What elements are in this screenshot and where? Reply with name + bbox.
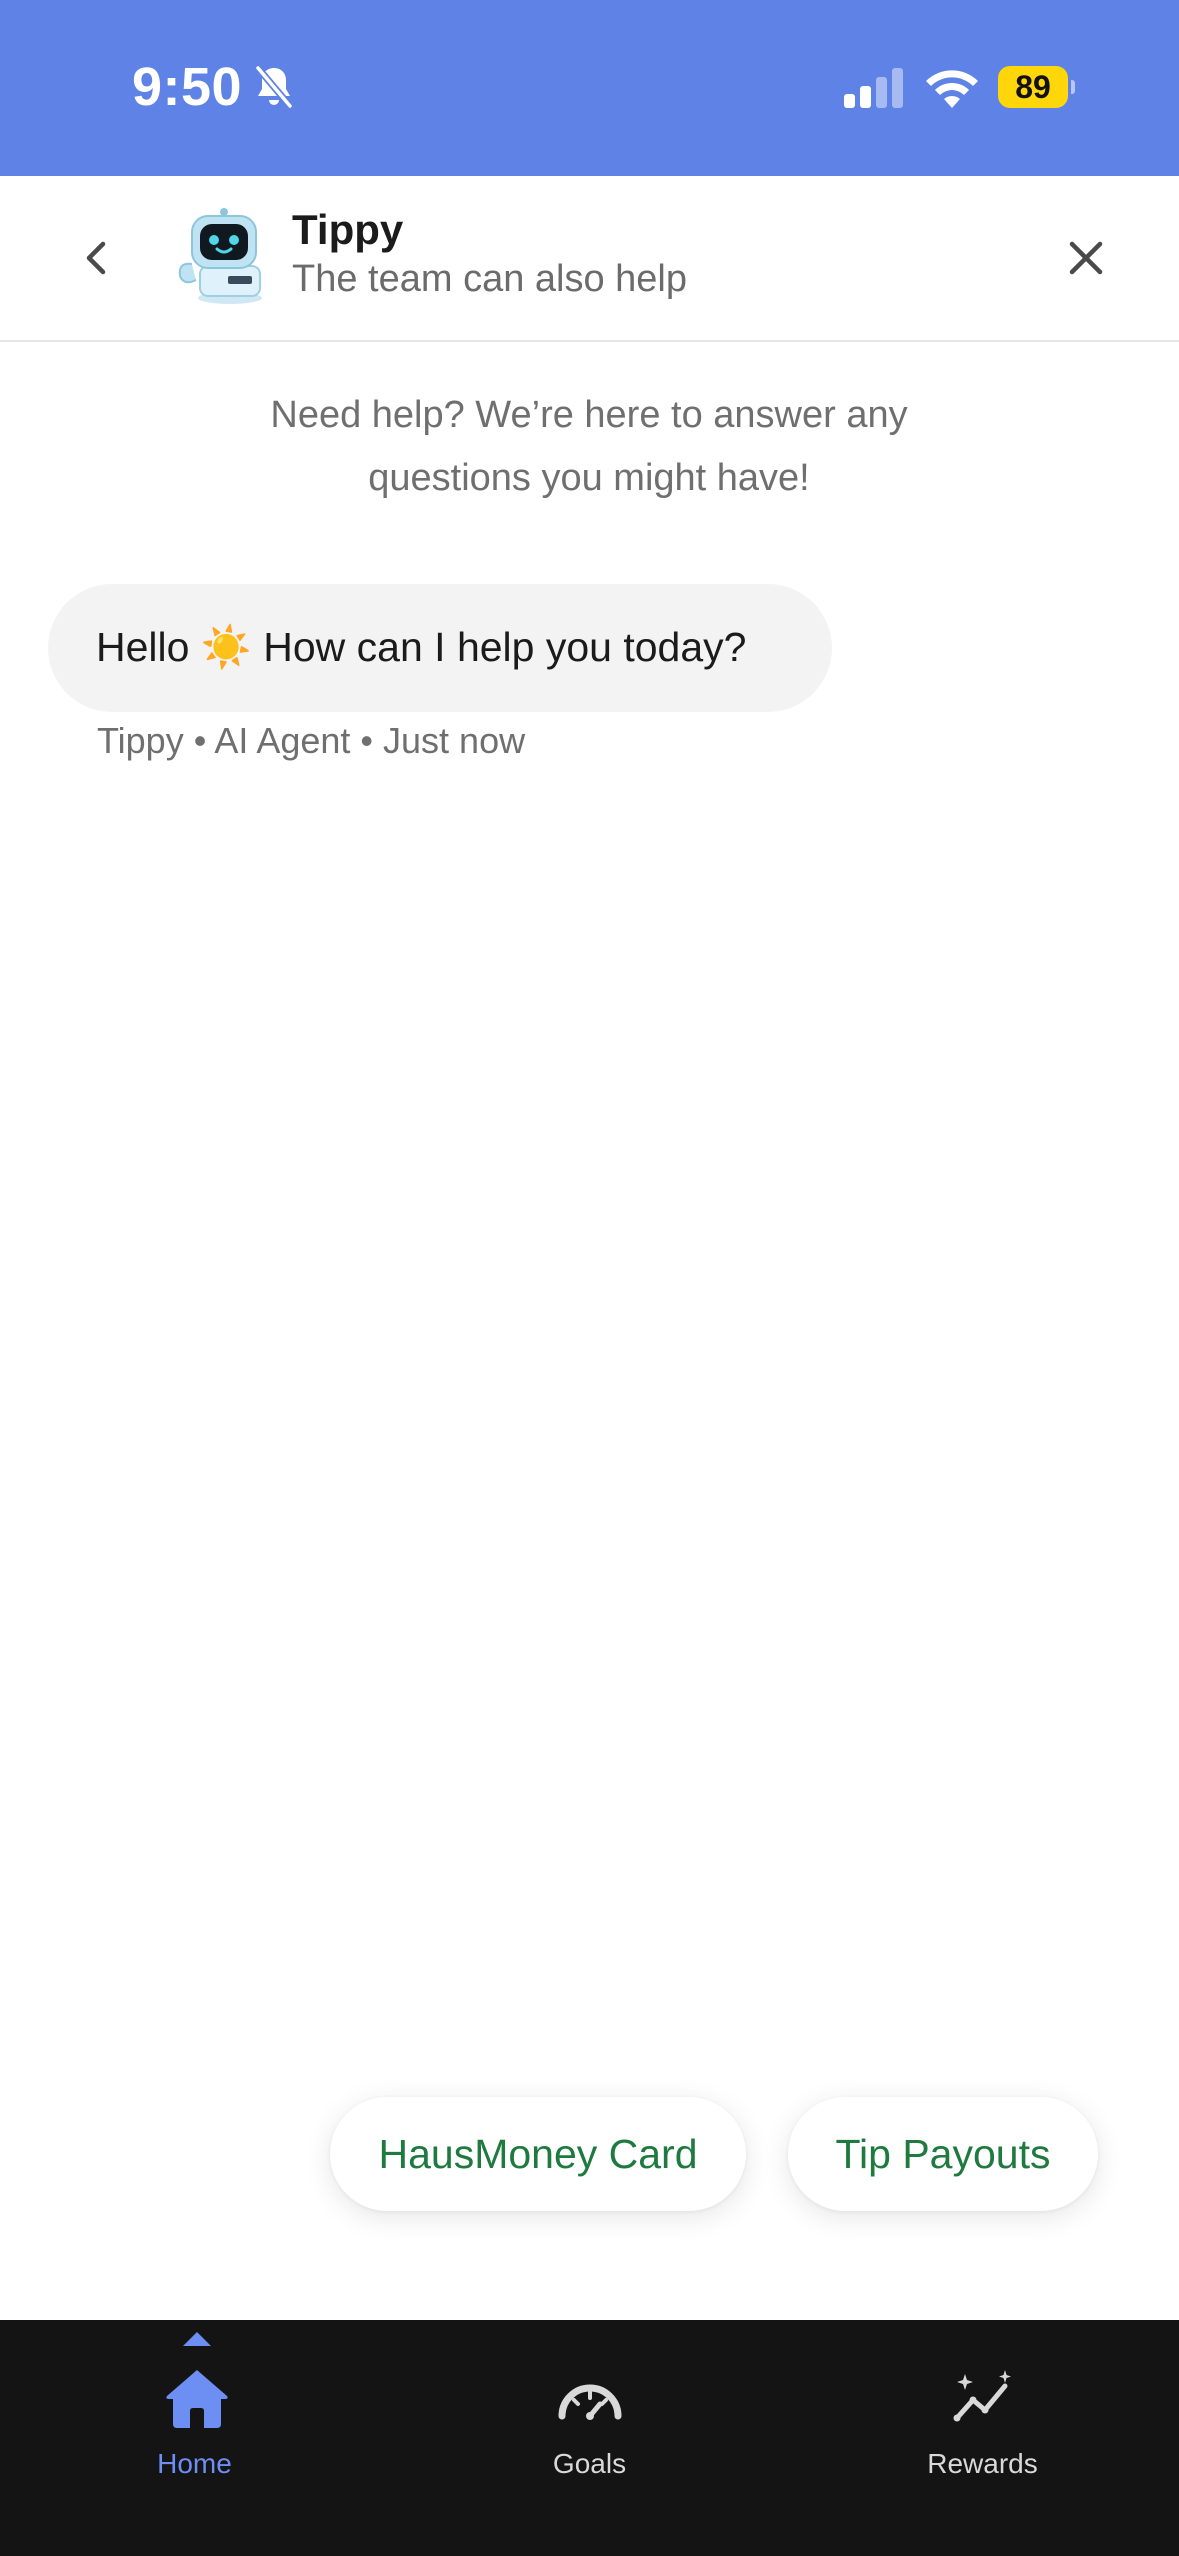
agent-name: Tippy [292, 206, 404, 253]
nav-item-goals[interactable]: Goals [393, 2320, 786, 2556]
close-button[interactable] [1058, 228, 1114, 288]
wifi-icon [926, 70, 978, 108]
bottom-nav: Home Goals Rewards [0, 2320, 1179, 2556]
nav-item-home[interactable]: Home [0, 2320, 393, 2556]
gauge-icon [558, 2384, 621, 2420]
close-icon [1069, 241, 1103, 275]
back-button[interactable] [68, 228, 124, 288]
chevron-left-icon [86, 241, 106, 275]
sparkle-chart-icon [953, 2370, 1011, 2422]
nav-label-rewards: Rewards [927, 2448, 1038, 2479]
battery-icon: 89 [998, 66, 1075, 108]
nav-label-goals: Goals [552, 2448, 627, 2479]
active-indicator [183, 2332, 211, 2346]
nav-label-home: Home [157, 2448, 232, 2479]
bell-off-icon [255, 65, 293, 109]
nav-item-rewards[interactable]: Rewards [786, 2320, 1179, 2556]
chat-header: Tippy The team can also help [0, 176, 1179, 342]
robot-avatar [178, 208, 262, 304]
agent-message-bubble: Hello ☀️ How can I help you today? [48, 584, 832, 712]
status-time: 9:50 [132, 57, 243, 117]
agent-subtitle: The team can also help [292, 258, 688, 300]
battery-level: 89 [998, 66, 1068, 108]
home-icon [165, 2370, 228, 2428]
status-bar: 9:50 89 [0, 0, 1179, 176]
quick-reply-hausmoney-card[interactable]: HausMoney Card [330, 2097, 746, 2211]
message-meta: Tippy • AI Agent • Just now [97, 720, 526, 761]
signal-icon [844, 68, 903, 108]
quick-reply-tip-payouts[interactable]: Tip Payouts [788, 2097, 1098, 2211]
message-text: Hello ☀️ How can I help you today? [96, 624, 747, 670]
intro-text: Need help? We’re here to answer any ques… [270, 394, 908, 499]
